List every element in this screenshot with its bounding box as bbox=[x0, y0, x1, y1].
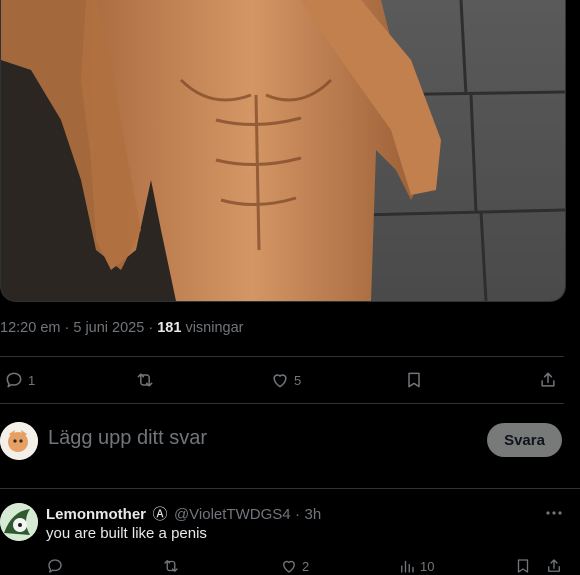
tweet-date[interactable]: 5 juni 2025 bbox=[73, 320, 144, 336]
reply-button[interactable]: 1 bbox=[4, 370, 35, 390]
tweet-media-image[interactable] bbox=[0, 0, 566, 302]
share-icon bbox=[548, 559, 560, 572]
divider bbox=[0, 403, 564, 404]
bookmark-icon bbox=[408, 372, 420, 388]
reply-views-count: 10 bbox=[420, 558, 435, 574]
reply-submit-button[interactable]: Svara bbox=[487, 423, 562, 457]
reply-time[interactable]: 3h bbox=[305, 506, 322, 523]
divider bbox=[0, 488, 580, 489]
meta-separator: · bbox=[148, 320, 158, 336]
tweet-meta: 12:20 em · 5 juni 2025 · 181 visningar bbox=[0, 320, 243, 336]
reply-views-button[interactable]: 10 bbox=[398, 557, 434, 575]
avatar-image bbox=[0, 503, 38, 541]
views-icon bbox=[401, 560, 414, 573]
reply-count: 1 bbox=[28, 372, 36, 388]
tweet-time[interactable]: 12:20 em bbox=[0, 320, 60, 336]
share-button[interactable] bbox=[538, 370, 558, 390]
like-button[interactable]: 5 bbox=[270, 370, 301, 390]
views-label: visningar bbox=[185, 320, 244, 336]
reply-reply-button[interactable] bbox=[46, 557, 64, 575]
like-icon bbox=[283, 560, 295, 573]
reply-bookmark-button[interactable] bbox=[514, 557, 532, 575]
reply-retweet-button[interactable] bbox=[162, 557, 180, 575]
views-count: 181 bbox=[157, 320, 182, 336]
reply-input[interactable]: Lägg upp ditt svar bbox=[48, 427, 207, 450]
reply-like-button[interactable]: 2 bbox=[280, 557, 309, 575]
reply-author-handle[interactable]: @VioletTWDGS4 bbox=[174, 506, 291, 523]
reply-like-count: 2 bbox=[302, 558, 310, 574]
photo bbox=[1, 0, 565, 301]
meta-separator: · bbox=[295, 506, 301, 523]
retweet-icon bbox=[137, 373, 153, 387]
reply-header: Lemonmother Ⓐ @VioletTWDGS4 · 3h bbox=[46, 503, 321, 524]
reply-icon bbox=[48, 559, 62, 573]
avatar-image bbox=[0, 422, 38, 460]
share-icon bbox=[541, 372, 555, 387]
divider bbox=[0, 356, 564, 357]
more-icon bbox=[546, 511, 562, 515]
retweet-button[interactable] bbox=[135, 370, 155, 390]
more-button[interactable] bbox=[544, 503, 564, 523]
bookmark-button[interactable] bbox=[404, 370, 424, 390]
reply-author-name[interactable]: Lemonmother bbox=[46, 506, 146, 523]
reply-share-button[interactable] bbox=[545, 557, 563, 575]
retweet-icon bbox=[164, 560, 178, 572]
like-count: 5 bbox=[294, 372, 302, 388]
like-icon bbox=[273, 374, 287, 388]
reply-author-badge: Ⓐ bbox=[152, 506, 168, 523]
my-avatar[interactable] bbox=[0, 422, 38, 460]
reply-author-avatar[interactable] bbox=[0, 503, 38, 541]
reply-icon bbox=[6, 372, 22, 388]
bookmark-icon bbox=[517, 559, 529, 573]
reply-text: you are built like a penis bbox=[46, 525, 207, 542]
